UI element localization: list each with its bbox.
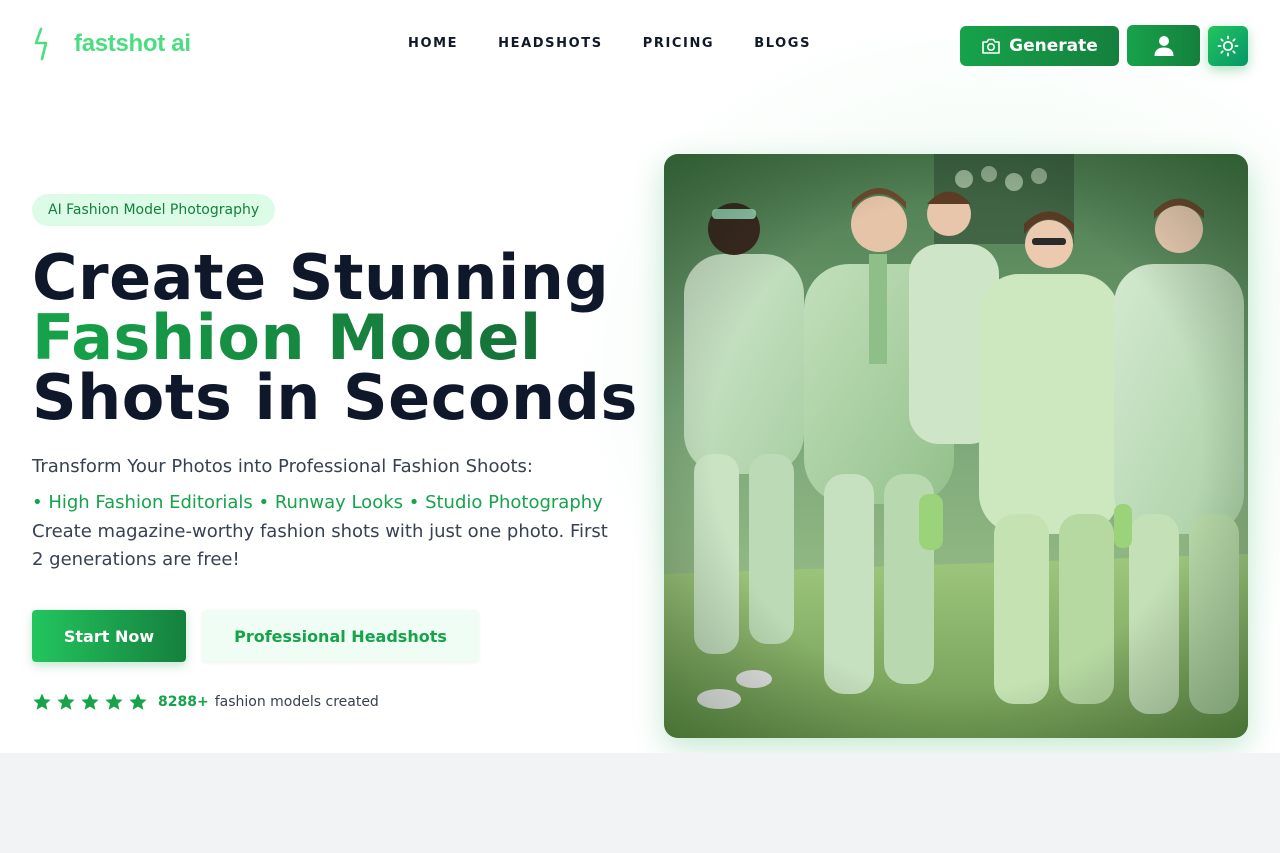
nav-item-home[interactable]: HOME [408,36,458,51]
star-icon [57,693,75,710]
header-actions: Generate [960,25,1248,66]
hero-features: • High Fashion Editorials • Runway Looks… [32,492,603,513]
nav-item-headshots[interactable]: HEADSHOTS [498,36,603,51]
next-section [0,753,1280,853]
headline-line-1: Create Stunning [32,241,610,314]
rating: 8288+ fashion models created [32,692,379,712]
start-now-button[interactable]: Start Now [32,610,186,662]
logo[interactable]: fastshot ai [32,27,191,61]
star-icon [33,693,51,710]
professional-headshots-button[interactable]: Professional Headshots [202,610,479,662]
hero-badge: AI Fashion Model Photography [32,194,276,226]
headline-line-2-accent: Fashion Model [32,307,652,369]
theme-toggle-button[interactable] [1208,25,1248,66]
brand-name: fastshot ai [74,30,191,57]
user-icon [1154,35,1173,56]
star-icon [81,693,99,710]
hero-description: Create magazine-worthy fashion shots wit… [32,521,608,570]
hero-subtitle: Transform Your Photos into Professional … [32,456,533,477]
star-rating [32,692,148,712]
sun-icon [1217,35,1239,56]
user-account-button[interactable] [1127,25,1200,66]
fashion-runway-photo [664,154,1248,738]
nav-item-pricing[interactable]: PRICING [643,36,715,51]
generate-button[interactable]: Generate [960,25,1119,66]
lightning-logo-icon [34,27,48,61]
generate-label: Generate [1009,35,1098,56]
headline-line-3: Shots in Seconds [32,361,638,434]
hero-headline: Create Stunning Fashion Model Shots in S… [32,241,652,434]
nav-item-blogs[interactable]: BLOGS [754,36,811,51]
star-icon [129,693,147,710]
main-nav: HOME HEADSHOTS PRICING BLOGS [408,36,811,51]
site-header: fastshot ai HOME HEADSHOTS PRICING BLOGS… [0,0,1280,88]
star-icon [105,693,123,710]
rating-text: fashion models created [214,694,379,710]
rating-count: 8288+ [158,694,209,710]
camera-icon [982,38,1000,54]
